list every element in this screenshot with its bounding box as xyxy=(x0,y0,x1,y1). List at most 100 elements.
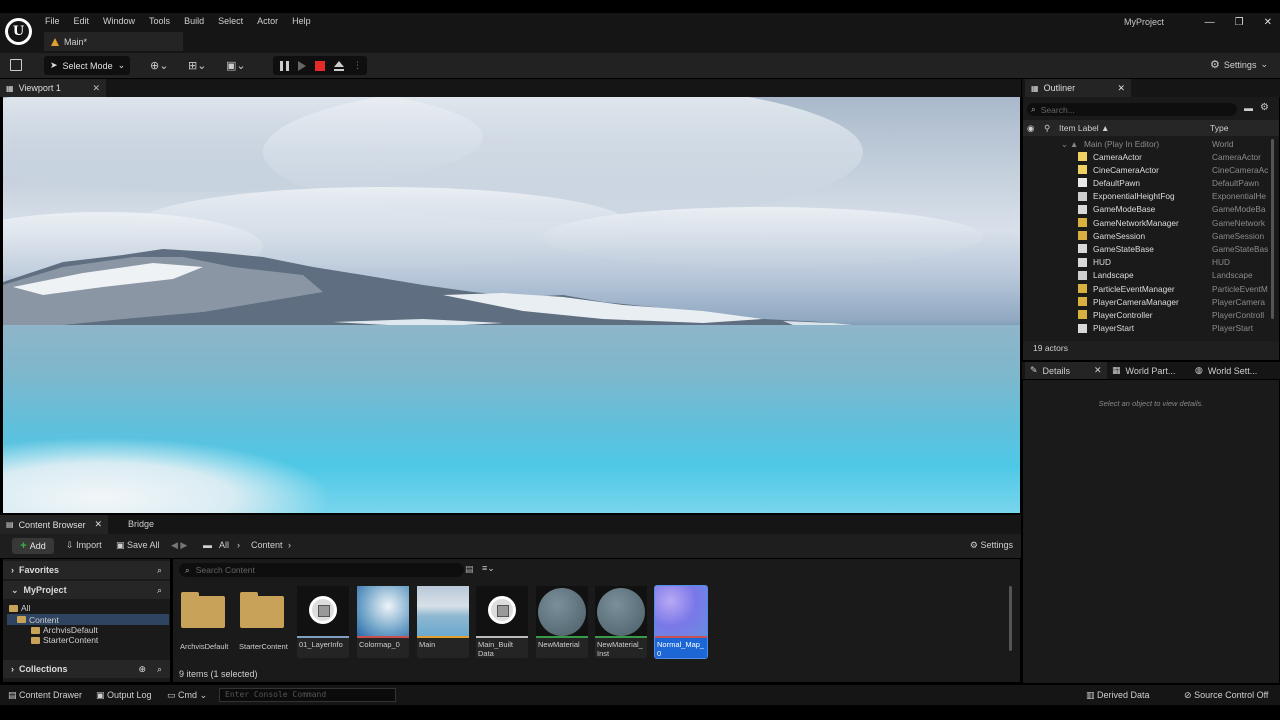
output-log-button[interactable]: ▣ Output Log xyxy=(96,690,152,701)
tree-item-all[interactable]: All xyxy=(9,603,30,613)
close-icon[interactable]: ✕ xyxy=(1264,17,1272,28)
collections-section[interactable]: › Collections ⊕ ⌕ xyxy=(3,660,170,678)
chevron-right-icon[interactable]: › xyxy=(288,540,291,550)
asset-tile[interactable]: 01_LayerInfo xyxy=(297,586,349,658)
bridge-tab[interactable]: Bridge xyxy=(128,519,154,529)
search-icon[interactable]: ⌕ xyxy=(157,565,162,576)
menu-help[interactable]: Help xyxy=(285,15,318,27)
world-settings-tab[interactable]: ◍ World Sett... xyxy=(1195,362,1257,379)
outliner-row[interactable]: PlayerStart PlayerStart xyxy=(1023,322,1279,335)
actor-icon xyxy=(1078,310,1087,320)
console-command-input[interactable]: Enter Console Command xyxy=(219,688,396,702)
outliner-row[interactable]: HUD HUD xyxy=(1023,256,1279,269)
outliner-row[interactable]: DefaultPawn DefaultPawn xyxy=(1023,176,1279,189)
menu-actor[interactable]: Actor xyxy=(250,15,285,27)
outliner-search-input[interactable]: ⌕ Search... xyxy=(1027,103,1237,116)
outliner-row[interactable]: ParticleEventManager ParticleEventM xyxy=(1023,282,1279,295)
menu-edit[interactable]: Edit xyxy=(67,15,97,27)
add-collection-icon[interactable]: ⊕ xyxy=(138,664,146,675)
asset-tile[interactable]: StarterContent xyxy=(237,586,289,658)
close-icon[interactable]: ✕ xyxy=(1094,365,1102,376)
content-search-input[interactable]: ⌕ Search Content xyxy=(179,563,464,577)
add-actor-icon[interactable]: ⊕⌄ xyxy=(150,56,174,75)
eject-icon[interactable] xyxy=(334,60,344,71)
content-drawer-button[interactable]: ▤ Content Drawer xyxy=(8,690,82,701)
outliner-row[interactable]: ExponentialHeightFog ExponentialHe xyxy=(1023,190,1279,203)
eye-icon[interactable]: ◉ xyxy=(1027,123,1034,134)
step-icon[interactable] xyxy=(298,60,306,71)
derived-data-button[interactable]: ▥ Derived Data xyxy=(1086,690,1150,701)
pin-icon[interactable]: ⚲ xyxy=(1044,123,1050,134)
save-all-button[interactable]: ▣ Save All xyxy=(116,540,160,551)
filter-icon[interactable]: ≡⌄ xyxy=(482,563,495,574)
outliner-row[interactable]: PlayerController PlayerControll xyxy=(1023,308,1279,321)
outliner-world-row[interactable]: ⌄ ▲ Main (Play In Editor) World xyxy=(1023,137,1279,150)
favorites-section[interactable]: › Favorites ⌕ xyxy=(3,561,170,579)
level-viewport[interactable] xyxy=(3,97,1020,513)
minimize-icon[interactable]: — xyxy=(1205,17,1215,28)
gear-icon[interactable]: ⚙ xyxy=(1260,102,1269,113)
details-tab[interactable]: ✎ Details ✕ xyxy=(1025,362,1107,379)
content-settings-button[interactable]: ⚙ Settings xyxy=(970,540,1013,551)
close-icon[interactable]: ✕ xyxy=(1117,83,1125,94)
save-search-icon[interactable]: ▤ xyxy=(465,564,474,575)
menu-select[interactable]: Select xyxy=(211,15,250,27)
stop-icon[interactable] xyxy=(315,60,325,71)
menu-file[interactable]: File xyxy=(38,15,67,27)
outliner-row[interactable]: CineCameraActor CineCameraAc xyxy=(1023,163,1279,176)
outliner-row[interactable]: Landscape Landscape xyxy=(1023,269,1279,282)
blueprint-icon[interactable]: ⊞⌄ xyxy=(188,56,212,75)
source-control-button[interactable]: ⊘ Source Control Off xyxy=(1184,690,1268,701)
level-tab-main[interactable]: Main* xyxy=(44,32,183,51)
outliner-tab-bar: ▦ Outliner ✕ xyxy=(1022,79,1280,97)
pause-icon[interactable] xyxy=(280,60,289,71)
asset-tile[interactable]: NewMaterial_ Inst xyxy=(595,586,647,658)
asset-tile[interactable]: ArchvisDefault xyxy=(178,586,230,658)
outliner-scrollbar[interactable] xyxy=(1271,139,1274,319)
item-label-column[interactable]: Item Label ▲ xyxy=(1059,123,1109,133)
close-icon[interactable]: ✕ xyxy=(92,83,100,94)
select-mode-dropdown[interactable]: ➤ Select Mode ⌄ xyxy=(44,56,130,75)
search-icon[interactable]: ⌕ xyxy=(157,664,162,675)
cmd-dropdown[interactable]: ▭ Cmd ⌄ xyxy=(167,690,207,701)
unreal-logo-icon[interactable]: U xyxy=(5,18,32,45)
outliner-row[interactable]: GameSession GameSession xyxy=(1023,229,1279,242)
tree-item-archvisdefault[interactable]: ArchvisDefault xyxy=(31,625,98,635)
breadcrumb-content[interactable]: Content xyxy=(251,540,283,550)
menu-window[interactable]: Window xyxy=(96,15,142,27)
outliner-row[interactable]: GameStateBase GameStateBas xyxy=(1023,242,1279,255)
history-back-icon[interactable]: ◀ ▶ xyxy=(171,540,187,551)
outliner-row[interactable]: CameraActor CameraActor xyxy=(1023,150,1279,163)
type-column[interactable]: Type xyxy=(1210,123,1228,133)
tree-item-content[interactable]: Content xyxy=(7,614,169,625)
search-icon[interactable]: ⌕ xyxy=(157,585,162,596)
asset-tile-selected[interactable]: Normal_Map_ 0 xyxy=(654,585,708,659)
asset-tile[interactable]: Colormap_0 xyxy=(357,586,409,658)
more-options-icon[interactable]: ⋮ xyxy=(353,60,362,71)
add-button[interactable]: + Add xyxy=(12,538,54,554)
outliner-row[interactable]: GameNetworkManager GameNetwork xyxy=(1023,216,1279,229)
folder-icon xyxy=(178,586,230,636)
outliner-row[interactable]: PlayerCameraManager PlayerCamera xyxy=(1023,295,1279,308)
cinematics-icon[interactable]: ▣⌄ xyxy=(226,56,250,75)
world-partition-tab[interactable]: ▦ World Part... xyxy=(1112,362,1175,379)
project-section[interactable]: ⌄ MyProject ⌕ xyxy=(3,581,170,599)
asset-tile[interactable]: Main_Built Data xyxy=(476,586,528,658)
breadcrumb-all[interactable]: All xyxy=(219,540,229,550)
close-icon[interactable]: ✕ xyxy=(94,519,102,530)
menu-tools[interactable]: Tools xyxy=(142,15,177,27)
maximize-icon[interactable]: ❐ xyxy=(1235,17,1244,28)
content-browser-tab[interactable]: ▤ Content Browser ✕ xyxy=(0,515,108,534)
add-folder-icon[interactable]: ▬ xyxy=(1244,103,1253,113)
import-button[interactable]: ⇩ Import xyxy=(66,540,102,551)
outliner-tab[interactable]: ▦ Outliner ✕ xyxy=(1025,79,1131,97)
settings-button[interactable]: ⚙ Settings ⌄ xyxy=(1210,58,1268,71)
tree-item-startercontent[interactable]: StarterContent xyxy=(31,635,98,645)
viewport-tab[interactable]: ▦ Viewport 1 ✕ xyxy=(0,79,106,97)
asset-scrollbar[interactable] xyxy=(1009,586,1012,651)
asset-tile[interactable]: NewMaterial xyxy=(536,586,588,658)
save-icon[interactable] xyxy=(10,59,22,71)
asset-tile[interactable]: Main xyxy=(417,586,469,658)
outliner-row[interactable]: GameModeBase GameModeBa xyxy=(1023,203,1279,216)
menu-build[interactable]: Build xyxy=(177,15,211,27)
